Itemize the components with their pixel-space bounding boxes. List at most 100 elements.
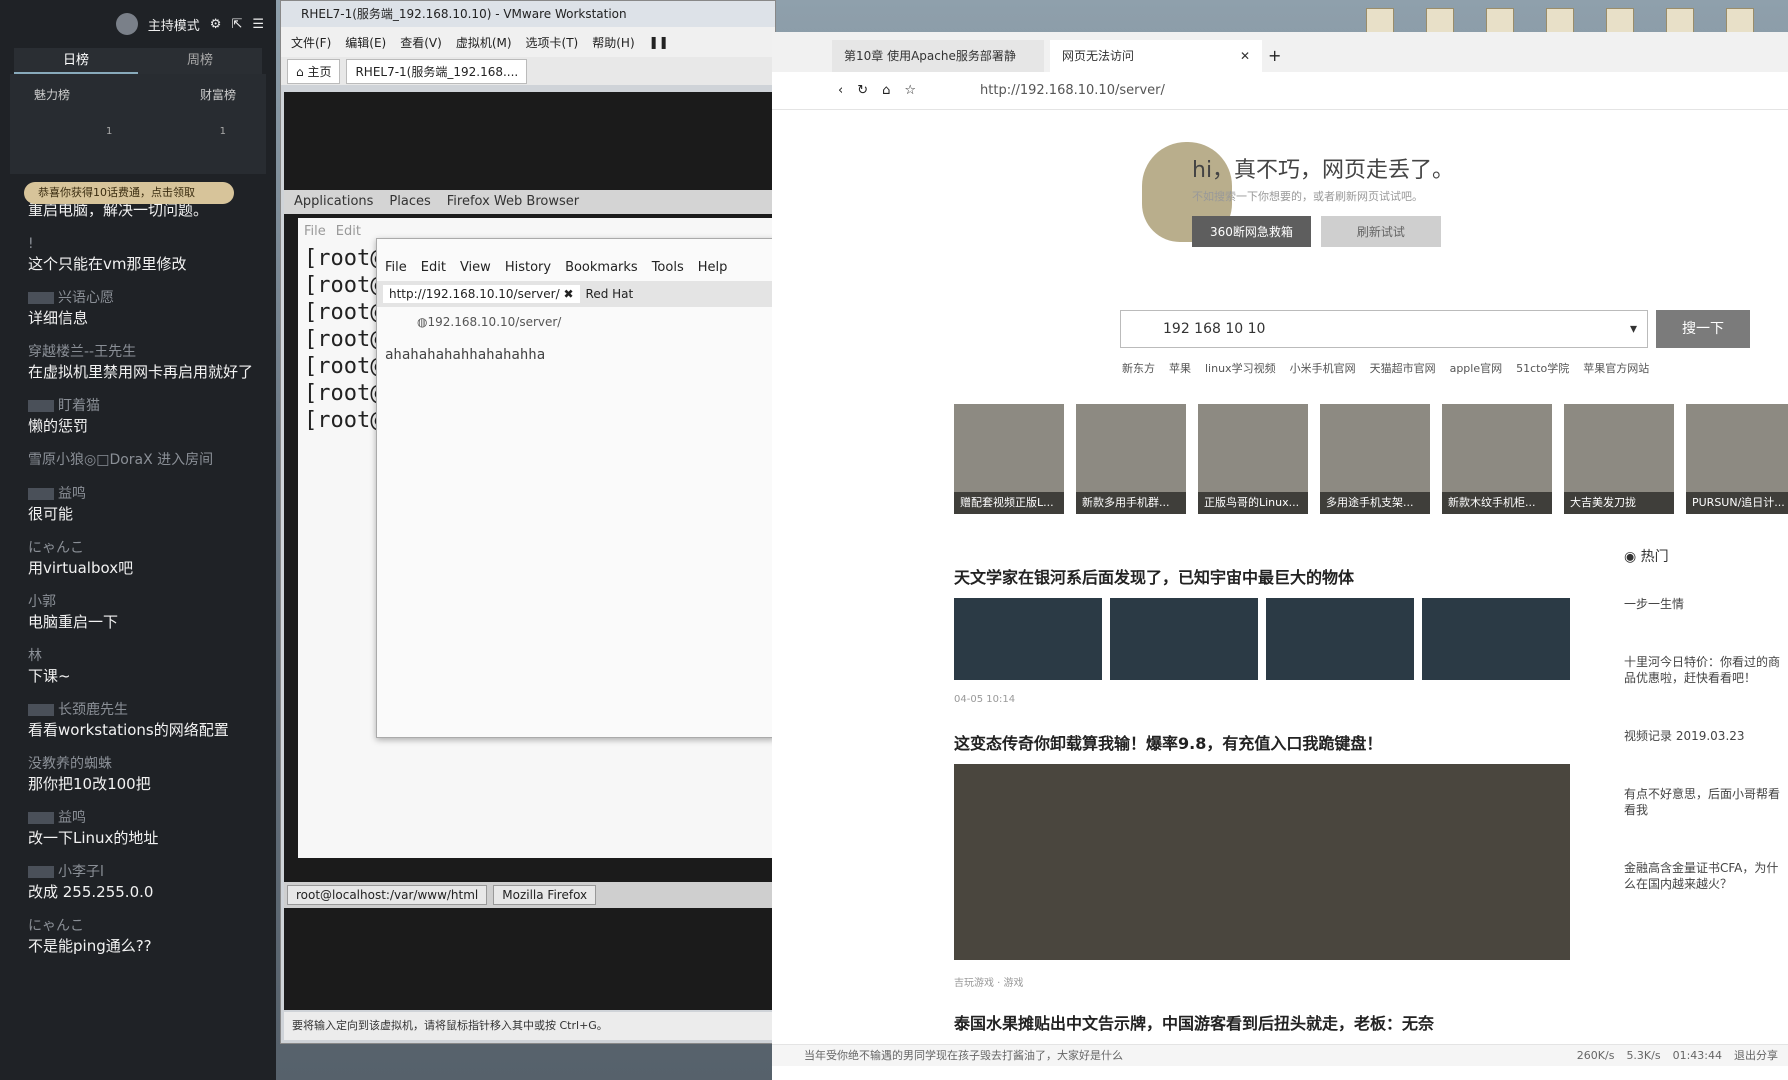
- search-button[interactable]: 搜一下: [1656, 310, 1750, 348]
- quick-link[interactable]: 苹果官方网站: [1583, 360, 1649, 376]
- menu-tabs[interactable]: 选项卡(T): [526, 34, 579, 51]
- popout-icon[interactable]: ⇱: [231, 17, 242, 32]
- menu-vm[interactable]: 虚拟机(M): [456, 34, 512, 51]
- news-item[interactable]: 这变态传奇你卸载算我输！爆率9.8，有充值入口我跪键盘！ 吉玩游戏 · 游戏: [954, 730, 1570, 989]
- ff-tab-redhat[interactable]: Red Hat: [586, 287, 634, 301]
- hot-item[interactable]: 十里河今日特价：你看过的商品优惠啦，赶快看看吧！: [1624, 654, 1788, 686]
- product-card[interactable]: PURSUN/追日计...: [1686, 404, 1788, 514]
- product-card[interactable]: 新款多用手机群...: [1076, 404, 1186, 514]
- quick-link[interactable]: 天猫超市官网: [1370, 360, 1436, 376]
- ff-url-bar[interactable]: ◍ 192.168.10.10/server/: [377, 307, 775, 337]
- menu-help[interactable]: 帮助(H): [592, 34, 634, 51]
- tab-vm[interactable]: RHEL7-1(服务端_192.168....: [346, 58, 528, 84]
- quick-link[interactable]: 苹果: [1169, 360, 1191, 376]
- error-subtitle: 不如搜索一下你想要的，或者刷新网页试试吧。: [1192, 190, 1423, 203]
- status-ticker[interactable]: 当年受你绝不输遇的男同学现在孩子毁去打酱油了，大家好是什么: [804, 1049, 1123, 1062]
- vm-screen[interactable]: Applications Places Firefox Web Browser …: [284, 92, 776, 1010]
- refresh-button[interactable]: 刷新试试: [1320, 216, 1441, 247]
- charm-rank-label[interactable]: 魅力榜: [34, 86, 70, 126]
- product-card[interactable]: 新款木纹手机柜...: [1442, 404, 1552, 514]
- message-sender[interactable]: 小郭: [28, 592, 268, 612]
- logout-share-button[interactable]: 退出分享: [1734, 1045, 1778, 1067]
- settings-icon[interactable]: ⚙: [210, 17, 222, 32]
- product-card[interactable]: 正版鸟哥的Linux...: [1198, 404, 1308, 514]
- home-icon[interactable]: ⌂: [882, 83, 890, 98]
- quick-link[interactable]: 51cto学院: [1516, 360, 1569, 376]
- menu-view[interactable]: 查看(V): [400, 34, 442, 51]
- tab-home[interactable]: ⌂ 主页: [287, 58, 341, 84]
- back-icon[interactable]: ‹: [838, 83, 843, 98]
- rescue-button[interactable]: 360断网急救箱: [1192, 216, 1311, 247]
- ff-menu-edit[interactable]: Edit: [421, 255, 446, 281]
- message-sender[interactable]: にゃんこ: [28, 916, 268, 936]
- news-title[interactable]: 这变态传奇你卸载算我输！爆率9.8，有充值入口我跪键盘！: [954, 730, 1570, 754]
- ff-menu-bookmarks[interactable]: Bookmarks: [565, 255, 638, 281]
- quick-link[interactable]: linux学习视频: [1205, 360, 1276, 376]
- taskbar-terminal[interactable]: root@localhost:/var/www/html: [287, 885, 488, 905]
- news-image[interactable]: [1266, 598, 1414, 680]
- message-sender[interactable]: 林: [28, 646, 268, 666]
- message-sender[interactable]: 没教养的蜘蛛: [28, 754, 268, 774]
- product-card[interactable]: 多用途手机支架...: [1320, 404, 1430, 514]
- message-sender[interactable]: 兴语心愿: [28, 288, 268, 308]
- close-icon[interactable]: ✖: [563, 287, 573, 301]
- message-sender[interactable]: 益鸣: [28, 808, 268, 828]
- search-input[interactable]: 192 168 10 10 ▾: [1120, 310, 1648, 348]
- message-sender[interactable]: 小李子l: [28, 862, 268, 882]
- news-item[interactable]: 天文学家在银河系后面发现了，已知宇宙中最巨大的物体 04-05 10:14: [954, 564, 1570, 705]
- ff-menu-help[interactable]: Help: [698, 255, 728, 281]
- ff-menu-file[interactable]: File: [385, 255, 407, 281]
- hot-item[interactable]: 一步一生情: [1624, 596, 1788, 612]
- gnome-active-app[interactable]: Firefox Web Browser: [447, 190, 579, 214]
- gnome-places[interactable]: Places: [389, 190, 430, 214]
- host-avatar[interactable]: [115, 13, 138, 35]
- product-card[interactable]: 大吉美发刀拢: [1564, 404, 1674, 514]
- message-sender[interactable]: !: [28, 234, 268, 254]
- hot-item[interactable]: 视频记录 2019.03.23: [1624, 728, 1788, 744]
- news-item[interactable]: 泰国水果摊贴出中文告示牌，中国游客看到后扭头就走，老板：无奈: [954, 1010, 1570, 1034]
- hot-item[interactable]: 有点不好意思，后面小哥帮看看我: [1624, 786, 1788, 818]
- wealth-rank-label[interactable]: 财富榜: [200, 86, 236, 126]
- browser-tab-apache[interactable]: 第10章 使用Apache服务部署静: [832, 40, 1044, 72]
- quick-link[interactable]: apple官网: [1450, 360, 1503, 376]
- guest-firefox-window[interactable]: File Edit View History Bookmarks Tools H…: [376, 238, 776, 738]
- browser-tab-error[interactable]: 网页无法访问 ✕: [1050, 40, 1262, 72]
- refresh-icon[interactable]: ↻: [857, 83, 868, 98]
- terminal-menu-file[interactable]: File: [304, 224, 326, 239]
- ff-menu-history[interactable]: History: [505, 255, 551, 281]
- star-icon[interactable]: ☆: [904, 83, 916, 98]
- ff-tab-server[interactable]: http://192.168.10.10/server/ ✖: [383, 285, 580, 303]
- ff-menu-tools[interactable]: Tools: [652, 255, 684, 281]
- menu-edit[interactable]: 编辑(E): [345, 34, 386, 51]
- pause-icon[interactable]: ❚❚: [649, 35, 669, 49]
- message-sender[interactable]: 穿越楼兰--王先生: [28, 342, 268, 362]
- quick-link[interactable]: 小米手机官网: [1290, 360, 1356, 376]
- news-title[interactable]: 泰国水果摊贴出中文告示牌，中国游客看到后扭头就走，老板：无奈: [954, 1010, 1570, 1034]
- message-sender[interactable]: にゃんこ: [28, 538, 268, 558]
- browser-url[interactable]: http://192.168.10.10/server/: [980, 83, 1165, 98]
- news-title[interactable]: 天文学家在银河系后面发现了，已知宇宙中最巨大的物体: [954, 564, 1570, 588]
- tab-weekly[interactable]: 周榜: [138, 48, 262, 74]
- menu-icon[interactable]: ☰: [252, 17, 264, 32]
- ff-menu-view[interactable]: View: [460, 255, 491, 281]
- news-large-image[interactable]: [954, 764, 1570, 960]
- new-tab-icon[interactable]: +: [1268, 40, 1281, 72]
- message-sender[interactable]: 益鸣: [28, 484, 268, 504]
- dropdown-icon[interactable]: ▾: [1630, 311, 1637, 347]
- menu-file[interactable]: 文件(F): [291, 34, 331, 51]
- news-image[interactable]: [954, 598, 1102, 680]
- reward-pill[interactable]: 恭喜你获得10话费通，点击领取: [24, 182, 234, 204]
- message-sender[interactable]: 长颈鹿先生: [28, 700, 268, 720]
- gnome-applications[interactable]: Applications: [294, 190, 373, 214]
- taskbar-firefox[interactable]: Mozilla Firefox: [493, 885, 597, 905]
- terminal-menu-edit[interactable]: Edit: [336, 224, 361, 239]
- product-card[interactable]: 赠配套视频正版L...: [954, 404, 1064, 514]
- close-tab-icon[interactable]: ✕: [1240, 40, 1250, 72]
- news-image[interactable]: [1110, 598, 1258, 680]
- host-mode-label[interactable]: 主持模式: [148, 15, 200, 34]
- news-image[interactable]: [1422, 598, 1570, 680]
- tab-daily[interactable]: 日榜: [14, 48, 138, 74]
- message-sender[interactable]: 盯着猫: [28, 396, 268, 416]
- hot-item[interactable]: 金融高含金量证书CFA，为什么在国内越来越火？: [1624, 860, 1788, 892]
- quick-link[interactable]: 新东方: [1122, 360, 1155, 376]
